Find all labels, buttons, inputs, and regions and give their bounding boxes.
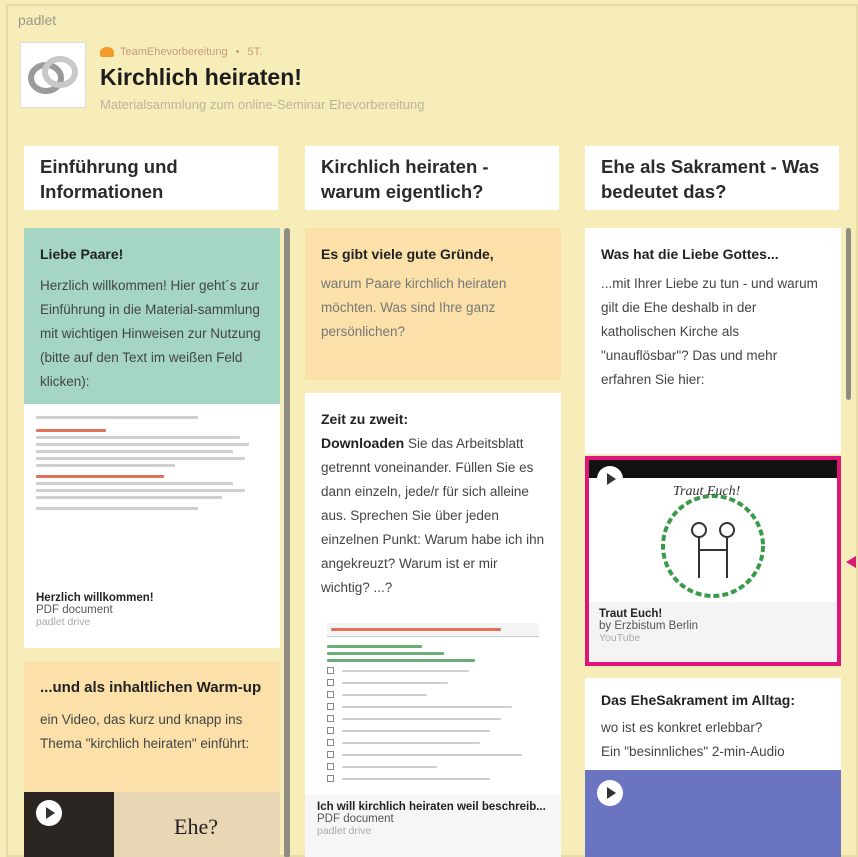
post-sacrament-everyday[interactable]: Das EheSakrament im Alltag: wo ist es ko… (585, 678, 841, 857)
speaker-figure (24, 792, 114, 857)
post-love-of-god[interactable]: Was hat die Liebe Gottes... ...mit Ihrer… (585, 228, 841, 454)
board-meta: TeamEhevorbereitung • 5T. (100, 46, 424, 58)
post-title: ...und als inhaltlichen Warm-up (40, 679, 262, 696)
play-icon[interactable] (36, 800, 62, 826)
video-thumbnail[interactable]: Traut Euch! (589, 466, 837, 602)
video-author: by Erzbistum Berlin (599, 620, 699, 632)
column-header-why: Kirchlich heiraten - warum eigentlich? (305, 146, 559, 210)
column-scrollbar[interactable] (284, 228, 290, 857)
post-body: warum Paare kirchlich heiraten möchten. … (321, 276, 507, 339)
wedding-rings-logo (20, 42, 86, 108)
column-header-sacrament: Ehe als Sakrament - Was bedeutet das? (585, 146, 839, 210)
video-thumbnail[interactable]: Ehe? (24, 792, 280, 857)
post-title: Liebe Paare! (40, 246, 124, 262)
attachment-info[interactable]: Ich will kirchlich heiraten weil beschre… (305, 795, 561, 857)
thumbnail-text: Traut Euch! (673, 484, 741, 499)
play-icon[interactable] (597, 780, 623, 806)
post-body: Herzlich willkommen! Hier geht´s zur Ein… (40, 278, 261, 389)
video-source: YouTube (599, 632, 641, 644)
video-topbar (589, 460, 837, 478)
attachment-info[interactable]: Herzlich willkommen! PDF document padlet… (24, 584, 280, 648)
video-post-traut-euch[interactable]: Traut Euch! Traut Euch! by Erzbistum Ber… (585, 456, 841, 666)
highlight-arrow-icon (846, 556, 856, 568)
pdf-preview[interactable] (24, 404, 280, 584)
audio-player[interactable] (585, 770, 841, 857)
column-scrollbar[interactable] (846, 228, 851, 400)
board-age: 5T. (247, 46, 263, 58)
thumbnail-text: Ehe? (174, 814, 218, 839)
post-reasons[interactable]: Es gibt viele gute Gründe, warum Paare k… (305, 228, 561, 380)
meta-separator: • (235, 46, 240, 58)
attachment-type: PDF document (36, 604, 113, 616)
attachment-info[interactable]: Traut Euch! by Erzbistum Berlin YouTube (589, 602, 837, 650)
page-title: Kirchlich heiraten! (100, 64, 302, 90)
board-header: TeamEhevorbereitung • 5T. Kirchlich heir… (20, 42, 424, 112)
post-warmup[interactable]: ...und als inhaltlichen Warm-up ein Vide… (24, 662, 280, 857)
post-title: Was hat die Liebe Gottes... (601, 246, 779, 262)
page-subtitle: Materialsammlung zum online-Seminar Ehev… (100, 97, 425, 112)
attachment-title: Ich will kirchlich heiraten weil beschre… (317, 801, 546, 813)
team-avatar-icon (100, 47, 114, 57)
download-label: Downloaden (321, 435, 405, 451)
attachment-source: padlet drive (36, 616, 91, 628)
attachment-title: Herzlich willkommen! (36, 592, 154, 604)
column-header-intro: Einführung und Informationen (24, 146, 278, 210)
video-title: Traut Euch! (599, 608, 663, 620)
post-body: wo ist es konkret erlebbar? (601, 720, 763, 735)
post-body-2: Ein "besinnliches" 2-min-Audio (601, 744, 785, 759)
post-body: ein Video, das kurz und knapp ins Thema … (40, 712, 250, 751)
team-name[interactable]: TeamEhevorbereitung (120, 46, 228, 58)
post-welcome[interactable]: Liebe Paare! Herzlich willkommen! Hier g… (24, 228, 280, 648)
post-title: Zeit zu zweit: (321, 411, 409, 427)
post-title: Das EheSakrament im Alltag: (601, 692, 795, 708)
attachment-type: PDF document (317, 813, 394, 825)
play-icon[interactable] (597, 466, 623, 492)
attachment-source: padlet drive (317, 825, 372, 837)
post-body: ...mit Ihrer Liebe zu tun - und warum gi… (601, 276, 818, 387)
padlet-brand[interactable]: padlet (18, 12, 56, 28)
post-body: Sie das Arbeitsblatt getrennt voneinande… (321, 436, 545, 595)
post-worksheet[interactable]: Zeit zu zweit: Downloaden Sie das Arbeit… (305, 393, 561, 857)
pdf-preview[interactable] (321, 619, 545, 794)
post-title: Es gibt viele gute Gründe, (321, 246, 494, 262)
